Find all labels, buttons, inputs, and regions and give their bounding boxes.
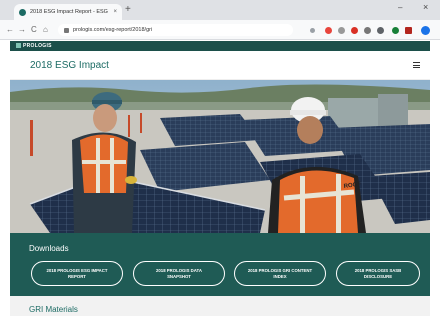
download-gri-content-index-button[interactable]: 2018 PROLOGIS GRI CONTENT INDEX [234,261,326,286]
tab-title: 2018 ESG Impact Report - ESG Ir [30,9,110,15]
new-tab-button[interactable]: + [125,5,131,15]
lock-icon [64,27,69,33]
rooftop-solar-photo: ROOF [10,80,430,233]
downloads-section: Downloads 2018 PROLOGIS ESG IMPACT REPORT… [10,233,430,296]
gri-materials-section: GRI Materials [10,296,430,316]
browser-tab-bar: 2018 ESG Impact Report - ESG Ir × + – × [0,0,440,20]
back-button[interactable]: ← [6,25,14,35]
avatar[interactable] [421,26,430,35]
forward-button[interactable]: → [18,25,26,35]
button-label: 2018 PROLOGIS GRI CONTENT INDEX [247,267,313,279]
button-label: 2018 PROLOGIS SASB DISCLOSURE [354,267,402,279]
extension-icon[interactable] [325,27,332,34]
extension-icon[interactable] [392,27,399,34]
prologis-logo[interactable]: PROLOGIS [16,43,52,49]
gri-materials-heading: GRI Materials [29,305,78,314]
extension-icon[interactable] [364,27,371,34]
address-bar[interactable]: prologis.com/esg-report/2018/gri [58,24,293,36]
tab-close-icon[interactable]: × [113,9,117,15]
button-label: 2018 PROLOGIS ESG IMPACT REPORT [46,267,108,279]
window-minimize-button[interactable]: – [398,3,402,12]
page-header: 2018 ESG Impact [10,51,430,80]
reload-button[interactable]: C [31,25,37,35]
download-data-snapshot-button[interactable]: 2018 PROLOGIS DATA SNAPSHOT [133,261,225,286]
window-close-button[interactable]: × [423,2,428,12]
browser-tab[interactable]: 2018 ESG Impact Report - ESG Ir × [14,4,122,20]
star-icon[interactable] [310,28,315,33]
downloads-heading: Downloads [29,244,69,253]
extension-icon[interactable] [351,27,358,34]
extension-icon[interactable] [377,27,384,34]
url-text: prologis.com/esg-report/2018/gri [73,27,153,33]
logo-text: PROLOGIS [23,43,52,49]
logo-mark-icon [16,43,21,48]
extension-icon[interactable] [405,27,412,34]
hamburger-menu-icon[interactable] [413,62,420,70]
browser-toolbar: ← → C ⌂ prologis.com/esg-report/2018/gri [0,20,440,40]
favicon-icon [19,8,26,16]
hero-image: ROOF [10,80,430,233]
download-sasb-disclosure-button[interactable]: 2018 PROLOGIS SASB DISCLOSURE [336,261,420,286]
download-esg-impact-report-button[interactable]: 2018 PROLOGIS ESG IMPACT REPORT [31,261,123,286]
extension-icon[interactable] [338,27,345,34]
site-top-bar: PROLOGIS [10,41,430,51]
button-label: 2018 PROLOGIS DATA SNAPSHOT [156,267,202,279]
page-title: 2018 ESG Impact [30,59,109,71]
home-button[interactable]: ⌂ [43,25,48,35]
